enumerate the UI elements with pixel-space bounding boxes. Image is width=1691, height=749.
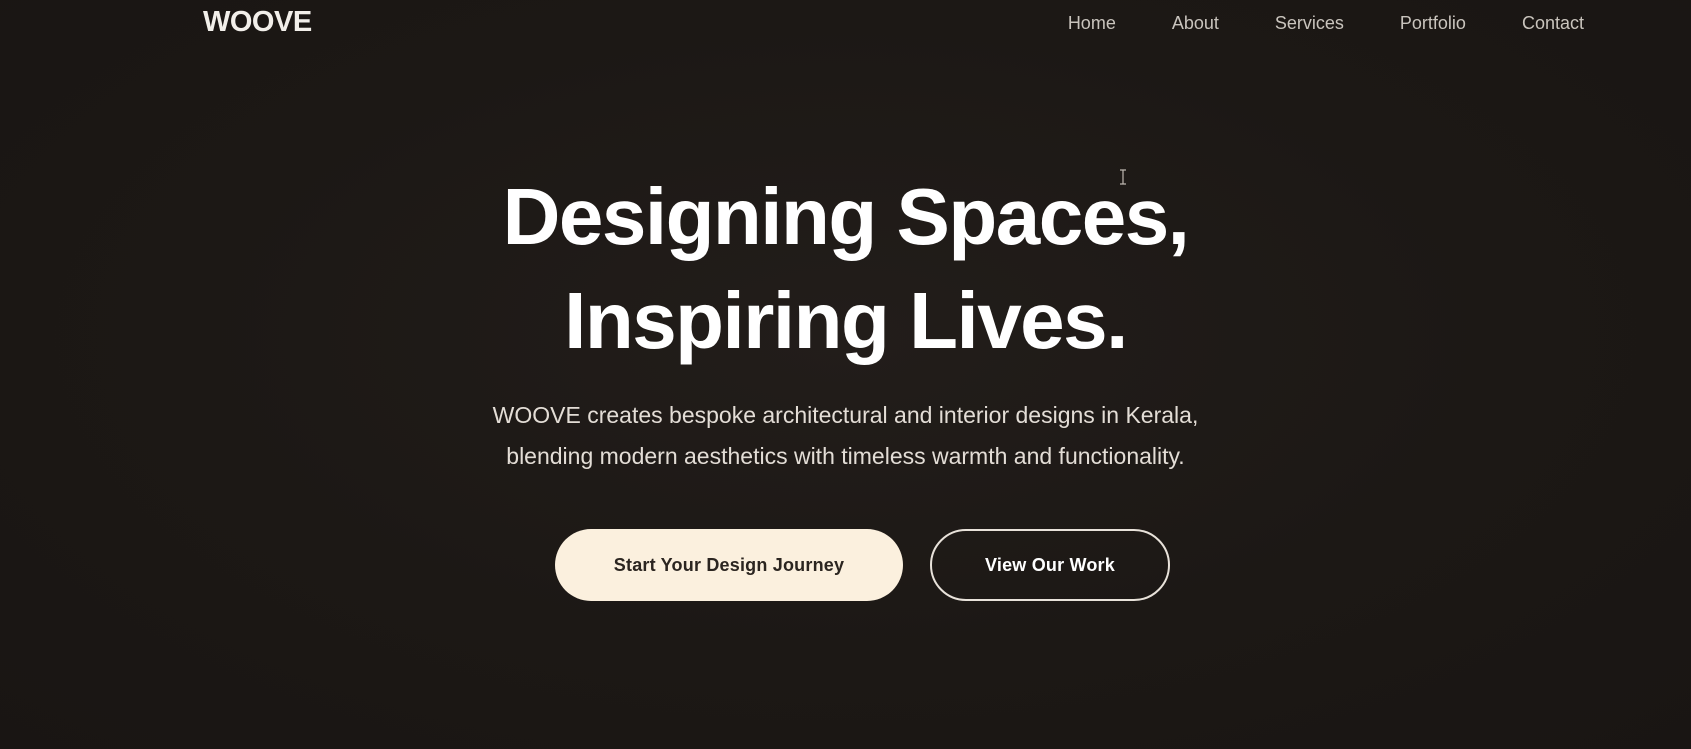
hero-subtitle-line-2: blending modern aesthetics with timeless… [506,443,1185,469]
text-cursor-icon [1120,169,1126,185]
hero-subtitle-line-1: WOOVE creates bespoke architectural and … [492,402,1199,428]
hero-subtitle: WOOVE creates bespoke architectural and … [0,395,1691,477]
start-design-journey-button[interactable]: Start Your Design Journey [555,529,903,601]
nav-link-home[interactable]: Home [1068,13,1116,34]
hero-title-line-1: Designing Spaces, [502,172,1190,261]
site-logo[interactable]: WOOVE [203,6,312,39]
page: WOOVE Home About Services Portfolio Cont… [0,0,1691,749]
nav-links: Home About Services Portfolio Contact [1012,13,1584,34]
hero-title-line-2: Inspiring Lives. [564,276,1128,365]
hero-title: Designing Spaces, Inspiring Lives. [0,165,1691,373]
nav-link-about[interactable]: About [1172,13,1219,34]
navbar: WOOVE Home About Services Portfolio Cont… [0,0,1691,48]
nav-link-portfolio[interactable]: Portfolio [1400,13,1466,34]
nav-link-services[interactable]: Services [1275,13,1344,34]
nav-link-contact[interactable]: Contact [1522,13,1584,34]
view-our-work-button[interactable]: View Our Work [930,529,1170,601]
